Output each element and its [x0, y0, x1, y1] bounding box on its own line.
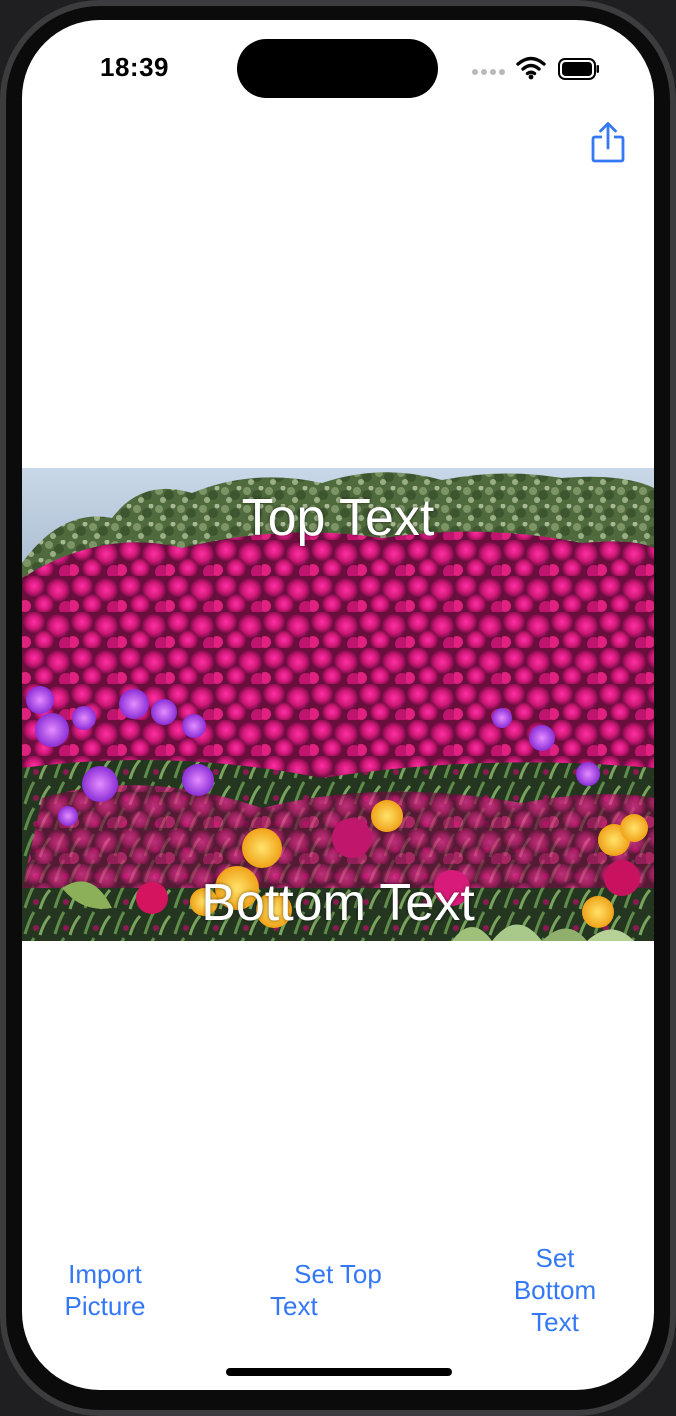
- home-indicator[interactable]: [226, 1368, 452, 1376]
- set-bottom-text-label-line3: Text: [531, 1307, 579, 1337]
- import-picture-label-line1: Import: [68, 1259, 142, 1289]
- simulator-stage: 18:39 Top Text Bottom Text Import Pictur…: [0, 0, 676, 1416]
- dynamic-island: [237, 39, 438, 98]
- import-picture-button[interactable]: Import Picture: [42, 1258, 168, 1322]
- app-screen: 18:39 Top Text Bottom Text Import Pictur…: [22, 20, 654, 1390]
- cellular-signal-icon: [472, 69, 506, 75]
- meme-bottom-text[interactable]: Bottom Text: [22, 873, 654, 933]
- set-bottom-text-button[interactable]: Set Bottom Text: [498, 1242, 612, 1338]
- bottom-toolbar: Import Picture Set Top Text Set Bottom T…: [22, 1230, 654, 1350]
- meme-top-text[interactable]: Top Text: [22, 488, 654, 548]
- battery-icon: [558, 58, 599, 80]
- status-icons: [472, 56, 602, 84]
- wifi-icon: [516, 56, 546, 80]
- set-top-text-label-line2: Text: [270, 1291, 318, 1321]
- set-top-text-button[interactable]: Set Top Text: [268, 1258, 408, 1322]
- status-time: 18:39: [100, 52, 169, 82]
- set-top-text-label-line1: Set Top: [294, 1259, 382, 1289]
- meme-image: Top Text Bottom Text: [22, 468, 654, 941]
- share-button[interactable]: [590, 120, 626, 164]
- status-bar: 18:39: [22, 20, 654, 120]
- share-icon: [591, 122, 625, 163]
- set-bottom-text-label-line1: Set: [535, 1243, 575, 1273]
- import-picture-label-line2: Picture: [64, 1291, 146, 1321]
- set-bottom-text-label-line2: Bottom: [513, 1275, 597, 1305]
